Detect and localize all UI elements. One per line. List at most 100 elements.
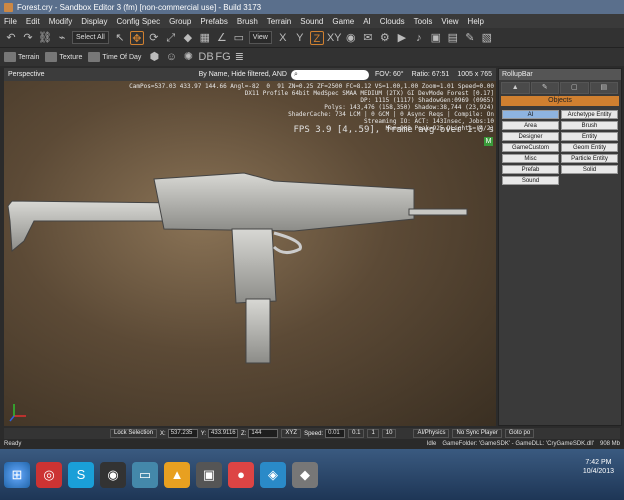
monitor-icon[interactable]: ▭ xyxy=(132,461,158,488)
object-entity-button[interactable]: Entity xyxy=(561,132,618,141)
speed-input[interactable]: 0.01 xyxy=(325,429,346,438)
menu-terrain[interactable]: Terrain xyxy=(267,17,291,26)
tab-modify-icon[interactable]: ✎ xyxy=(530,82,559,94)
windows-taskbar: ⊞ ◎ S ◉ ▭ ▲ ▣ ● ◈ ◆ xyxy=(0,449,624,500)
physics-icon[interactable]: ⚙ xyxy=(378,31,392,45)
speed-10-button[interactable]: 10 xyxy=(381,429,397,438)
media-icon[interactable]: ▣ xyxy=(196,461,222,488)
ai-physics-button[interactable]: AI/Physics xyxy=(413,429,450,438)
object-archetype-entity-button[interactable]: Archetype Entity xyxy=(561,110,618,119)
object-prefab-button[interactable]: Prefab xyxy=(502,165,559,174)
camera-app-icon[interactable]: ◉ xyxy=(100,461,126,488)
menu-file[interactable]: File xyxy=(4,17,17,26)
lock-selection-button[interactable]: Lock Selection xyxy=(110,429,158,438)
object-misc-button[interactable]: Misc xyxy=(502,154,559,163)
fg-button[interactable]: FG xyxy=(215,50,230,64)
viewport-mode[interactable]: Perspective xyxy=(8,71,45,78)
z-coordinate-input[interactable]: 144 xyxy=(248,429,279,438)
menu-view[interactable]: View xyxy=(441,17,458,26)
object-designer-button[interactable]: Designer xyxy=(502,132,559,141)
record-icon[interactable]: ● xyxy=(228,461,254,488)
speed-label: Speed: xyxy=(304,430,324,437)
x-coordinate-input[interactable]: 537.235 xyxy=(167,429,198,438)
menu-sound[interactable]: Sound xyxy=(300,17,323,26)
menu-tools[interactable]: Tools xyxy=(414,17,433,26)
menu-brush[interactable]: Brush xyxy=(237,17,258,26)
axis-z-button[interactable]: Z xyxy=(309,30,324,45)
skype-icon[interactable]: S xyxy=(68,461,94,488)
speed-0-1-button[interactable]: 0.1 xyxy=(348,429,365,438)
menu-ai[interactable]: AI xyxy=(363,17,371,26)
goto-position-button[interactable]: Goto po xyxy=(504,429,535,438)
object-ai-button[interactable]: AI xyxy=(502,110,559,119)
material-icon[interactable]: ⬢ xyxy=(147,50,161,64)
menu-display[interactable]: Display xyxy=(81,17,107,26)
speed-1-button[interactable]: 1 xyxy=(367,429,379,438)
time-of-day-button[interactable]: Time Of Day xyxy=(88,52,141,62)
grid-snap-icon[interactable]: ▦ xyxy=(198,31,212,45)
camera-icon[interactable]: ◉ xyxy=(344,31,358,45)
play-icon[interactable]: ▶ xyxy=(395,31,409,45)
chrome-icon[interactable]: ◎ xyxy=(36,461,62,488)
select-icon[interactable]: ↖ xyxy=(113,31,127,45)
ratio-value[interactable]: 67:51 xyxy=(432,71,450,78)
viewport-search-input[interactable]: ⌕ xyxy=(290,69,369,80)
mail-icon[interactable]: ✉ xyxy=(361,31,375,45)
scale-icon[interactable]: ⤢ xyxy=(164,31,178,45)
undo-icon[interactable]: ↶ xyxy=(4,31,18,45)
start-button-icon[interactable]: ⊞ xyxy=(4,461,30,488)
axis-y-button[interactable]: Y xyxy=(293,31,307,45)
taskbar-clock[interactable]: 7:42 PM 10/4/2013 xyxy=(583,458,614,476)
remote-icon[interactable]: ◈ xyxy=(260,461,286,488)
object-solid-button[interactable]: Solid xyxy=(561,165,618,174)
no-sync-player-button[interactable]: No Sync Player xyxy=(452,429,502,438)
db-button[interactable]: DB xyxy=(198,50,213,64)
menu-prefabs[interactable]: Prefabs xyxy=(200,17,228,26)
fov-value[interactable]: 60° xyxy=(393,71,404,78)
tab-layers-icon[interactable]: ▤ xyxy=(589,82,618,94)
particle-icon[interactable]: ✺ xyxy=(181,50,195,64)
sound-icon[interactable]: ♪ xyxy=(412,31,426,45)
axis-xy-button[interactable]: XY xyxy=(327,31,342,45)
menu-config-spec[interactable]: Config Spec xyxy=(116,17,160,26)
tab-display-icon[interactable]: ▢ xyxy=(560,82,589,94)
angle-snap-icon[interactable]: ∠ xyxy=(215,31,229,45)
layer-icon[interactable]: ▤ xyxy=(446,31,460,45)
menu-game[interactable]: Game xyxy=(332,17,354,26)
ruler-icon[interactable]: ▭ xyxy=(232,31,246,45)
lock-icon[interactable]: ▣ xyxy=(429,31,443,45)
axis-x-button[interactable]: X xyxy=(276,31,290,45)
character-icon[interactable]: ☺ xyxy=(164,50,178,64)
move-icon[interactable]: ✥ xyxy=(129,30,144,45)
xyz-toggle[interactable]: XYZ xyxy=(281,429,302,438)
menu-edit[interactable]: Edit xyxy=(26,17,40,26)
image-icon[interactable]: ▧ xyxy=(480,31,494,45)
objects-header[interactable]: Objects xyxy=(501,96,619,106)
redo-icon[interactable]: ↷ xyxy=(21,31,35,45)
object-brush-button[interactable]: Brush xyxy=(561,121,618,130)
terrain-button[interactable]: Terrain xyxy=(4,52,39,62)
object-geom-entity-button[interactable]: Geom Entity xyxy=(561,143,618,152)
select-all-dropdown[interactable]: Select All xyxy=(72,31,109,44)
track-view-icon[interactable]: ≣ xyxy=(232,50,246,64)
object-sound-button[interactable]: Sound xyxy=(502,176,559,185)
sandbox-icon[interactable]: ◆ xyxy=(292,461,318,488)
menu-group[interactable]: Group xyxy=(169,17,191,26)
rotate-icon[interactable]: ⟳ xyxy=(147,31,161,45)
terrain-snap-icon[interactable]: ◆ xyxy=(181,31,195,45)
menu-clouds[interactable]: Clouds xyxy=(380,17,405,26)
link-icon[interactable]: ⛓ xyxy=(38,31,52,45)
view-dropdown[interactable]: View xyxy=(248,31,272,44)
object-gamecustom-button[interactable]: GameCustom xyxy=(502,143,559,152)
object-area-button[interactable]: Area xyxy=(502,121,559,130)
texture-button[interactable]: Texture xyxy=(45,52,82,62)
menu-modify[interactable]: Modify xyxy=(49,17,73,26)
object-particle-entity-button[interactable]: Particle Entity xyxy=(561,154,618,163)
y-coordinate-input[interactable]: 433.9116 xyxy=(208,429,239,438)
tab-objects-icon[interactable]: ▲ xyxy=(501,82,530,94)
vlc-icon[interactable]: ▲ xyxy=(164,461,190,488)
menu-help[interactable]: Help xyxy=(468,17,484,26)
tools-icon[interactable]: ✎ xyxy=(463,31,477,45)
unlink-icon[interactable]: ⌁ xyxy=(55,31,69,45)
3d-viewport[interactable]: CamPos=537.03 433.97 144.66 Angl=-82 0 9… xyxy=(4,81,496,426)
